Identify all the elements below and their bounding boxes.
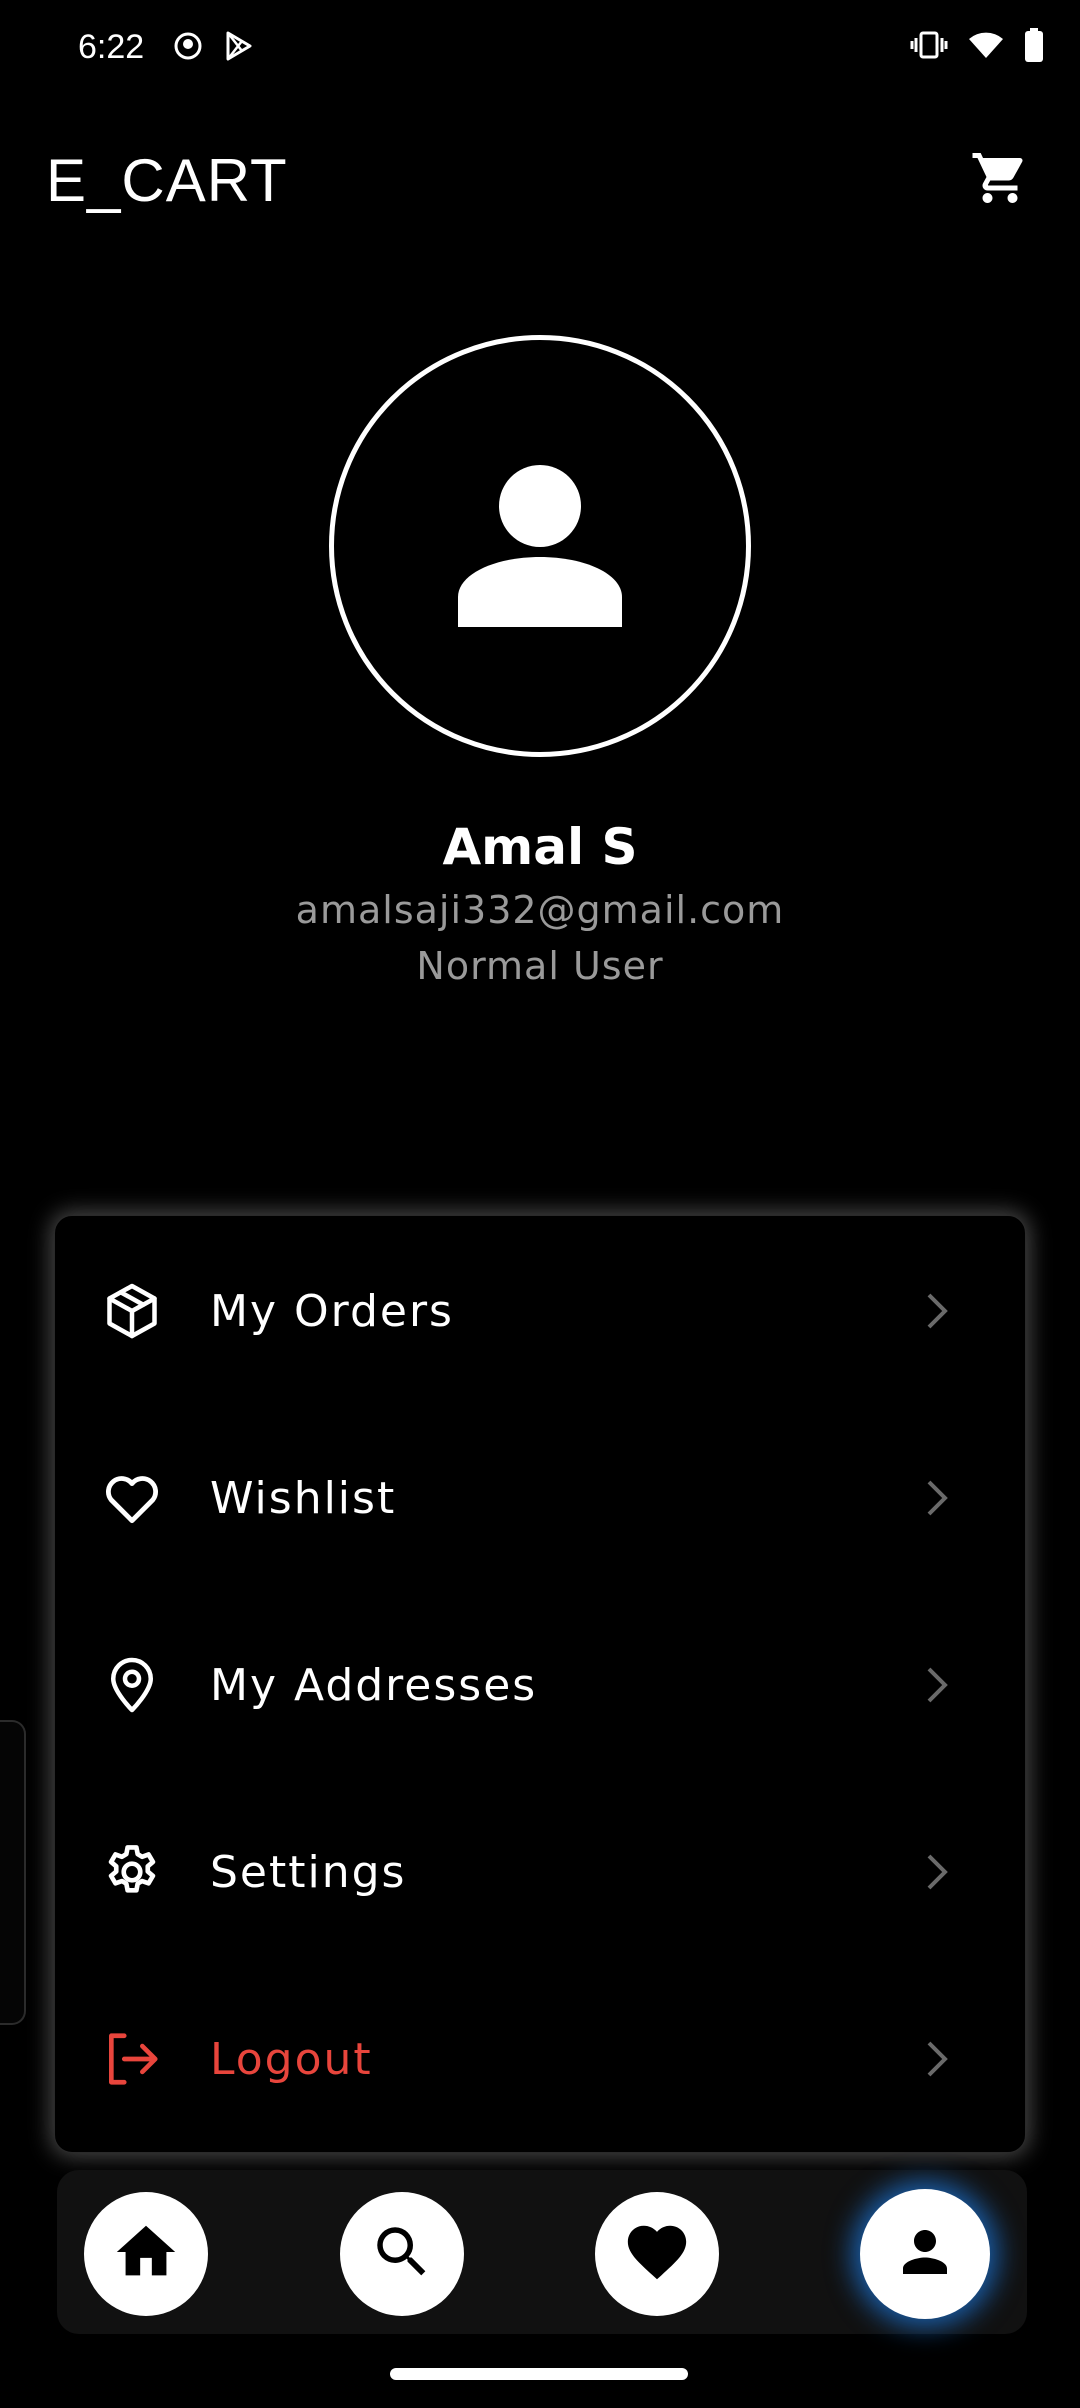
profile-email: amalsaji332@gmail.com bbox=[295, 888, 785, 932]
logout-icon bbox=[99, 2026, 165, 2092]
search-icon bbox=[369, 2219, 435, 2289]
status-bar: 6:22 bbox=[0, 0, 1080, 100]
menu-item-logout[interactable]: Logout bbox=[55, 1984, 1027, 2134]
status-icons bbox=[910, 28, 1044, 66]
menu-item-wishlist[interactable]: Wishlist bbox=[55, 1423, 1027, 1573]
chevron-right-icon bbox=[917, 2039, 957, 2079]
menu-item-label: Logout bbox=[210, 2033, 373, 2085]
location-pin-icon bbox=[99, 1652, 165, 1718]
nav-home-button[interactable] bbox=[84, 2192, 208, 2316]
notification-app-icon bbox=[172, 30, 204, 66]
heart-icon bbox=[622, 2217, 692, 2291]
avatar[interactable] bbox=[329, 335, 751, 757]
app-bar: E_CART bbox=[0, 130, 1080, 230]
app-title: E_CART bbox=[46, 147, 288, 214]
nav-profile-button[interactable] bbox=[860, 2189, 990, 2319]
heart-outline-icon bbox=[99, 1465, 165, 1531]
menu-item-my-orders[interactable]: My Orders bbox=[55, 1236, 1027, 1386]
play-store-icon bbox=[222, 30, 254, 66]
home-icon bbox=[111, 2217, 181, 2291]
profile-role: Normal User bbox=[416, 944, 664, 988]
vibrate-icon bbox=[910, 30, 948, 64]
edge-panel-handle[interactable] bbox=[0, 1720, 26, 2025]
cart-button[interactable] bbox=[960, 140, 1040, 220]
chevron-right-icon bbox=[917, 1852, 957, 1892]
chevron-right-icon bbox=[917, 1478, 957, 1518]
menu-item-label: Wishlist bbox=[210, 1472, 397, 1524]
chevron-right-icon bbox=[917, 1291, 957, 1331]
bottom-nav bbox=[57, 2170, 1027, 2334]
nav-wishlist-button[interactable] bbox=[595, 2192, 719, 2316]
menu-item-my-addresses[interactable]: My Addresses bbox=[55, 1610, 1027, 1760]
chevron-right-icon bbox=[917, 1665, 957, 1705]
status-time: 6:22 bbox=[78, 28, 145, 66]
menu-item-label: My Addresses bbox=[210, 1659, 538, 1711]
person-icon bbox=[892, 2219, 958, 2289]
menu-item-settings[interactable]: Settings bbox=[55, 1797, 1027, 1947]
menu-item-label: My Orders bbox=[210, 1285, 454, 1337]
cart-icon bbox=[970, 148, 1030, 212]
battery-icon bbox=[1024, 28, 1044, 66]
wifi-icon bbox=[968, 30, 1004, 64]
package-icon bbox=[99, 1278, 165, 1344]
home-indicator[interactable] bbox=[390, 2368, 688, 2380]
person-icon bbox=[455, 459, 625, 633]
menu-item-label: Settings bbox=[210, 1846, 407, 1898]
profile-menu: My Orders Wishlist My Addresses Settings bbox=[54, 1215, 1026, 2153]
nav-search-button[interactable] bbox=[340, 2192, 464, 2316]
profile-name: Amal S bbox=[442, 818, 638, 876]
gear-icon bbox=[99, 1839, 165, 1905]
